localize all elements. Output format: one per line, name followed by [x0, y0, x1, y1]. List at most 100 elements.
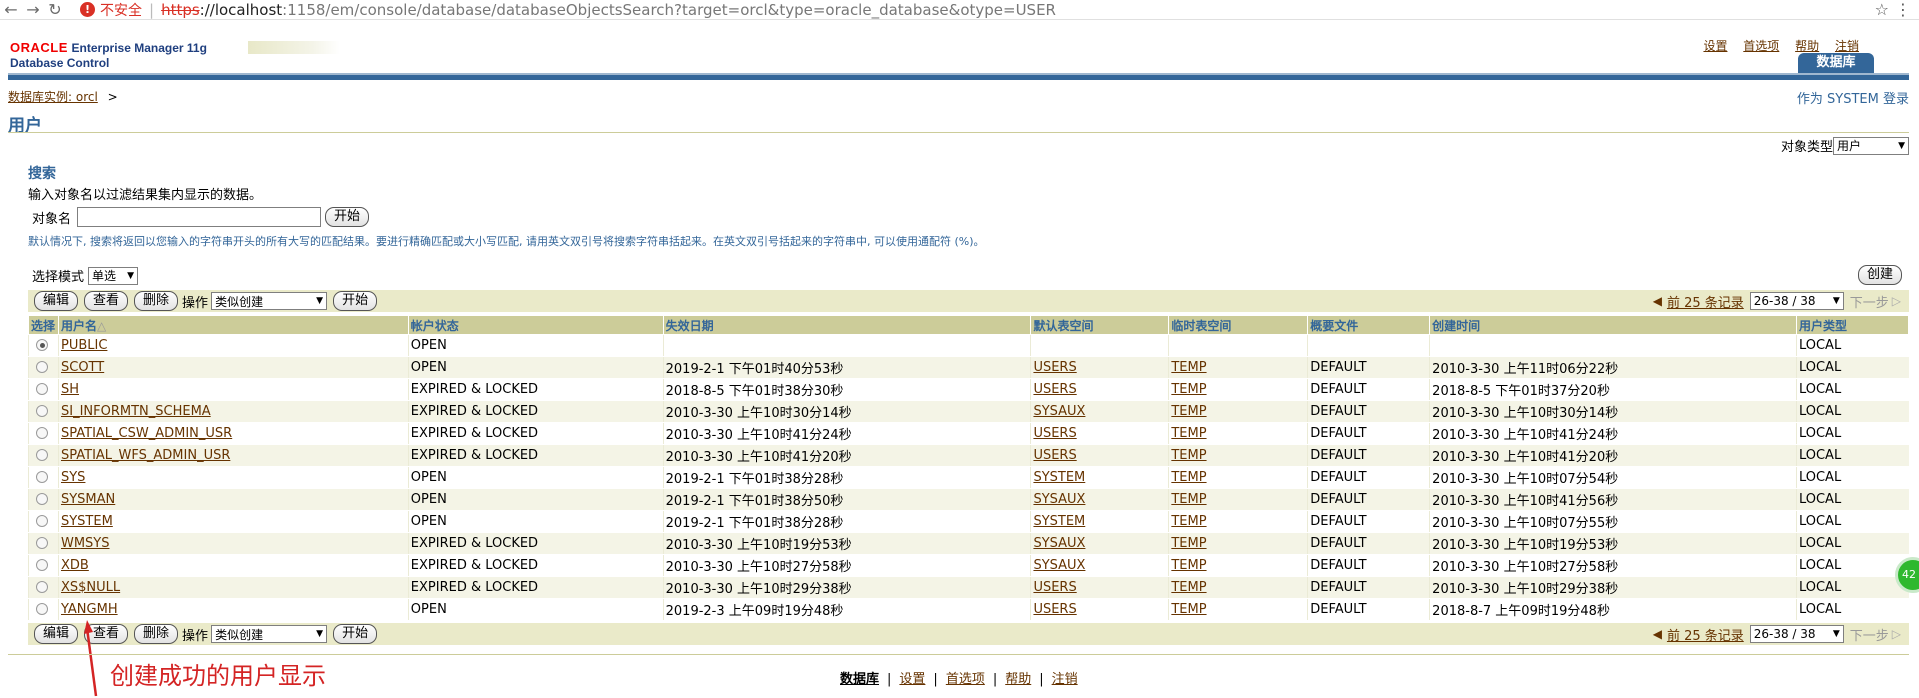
warning-icon[interactable]: ! — [80, 2, 95, 17]
global-link-help[interactable]: 帮助 — [1795, 39, 1819, 53]
profile-value: DEFAULT — [1310, 448, 1367, 463]
edit-button[interactable]: 编辑 — [34, 291, 79, 311]
url-text[interactable]: https://localhost:1158/em/console/databa… — [161, 1, 1056, 19]
object-name-input[interactable] — [77, 207, 322, 227]
temp-tablespace-value[interactable]: TEMP — [1171, 404, 1206, 419]
username-value[interactable]: SCOTT — [61, 360, 104, 375]
object-type-select[interactable]: 用户 ▼ — [1833, 136, 1909, 155]
previous-records-link[interactable]: 前 25 条记录 — [1667, 625, 1744, 644]
record-range-select[interactable]: 26-38 / 38 ▼ — [1749, 292, 1844, 310]
default-tablespace-value[interactable]: USERS — [1033, 448, 1076, 463]
tab-database[interactable]: 数据库 — [1798, 53, 1874, 73]
select-cell — [28, 422, 59, 445]
action-select[interactable]: 类似创建 ▼ — [211, 292, 328, 310]
action-select[interactable]: 类似创建 ▼ — [211, 625, 328, 643]
view-button[interactable]: 查看 — [84, 291, 129, 311]
footer-link-help[interactable]: 帮助 — [1005, 672, 1031, 687]
global-link-setup[interactable]: 设置 — [1703, 39, 1727, 53]
footer-link-database[interactable]: 数据库 — [840, 672, 879, 687]
footer-link-setup[interactable]: 设置 — [899, 672, 925, 687]
temp-tablespace-value[interactable]: TEMP — [1171, 558, 1206, 573]
row-radio-button[interactable] — [36, 492, 48, 505]
insecure-label[interactable]: 不安全 — [100, 0, 142, 20]
row-radio-button[interactable] — [36, 470, 48, 483]
row-radio-button[interactable] — [36, 338, 48, 351]
default-tablespace-value[interactable]: SYSAUX — [1033, 404, 1085, 419]
temp-tablespace-value[interactable]: TEMP — [1171, 492, 1206, 507]
default-tablespace-value[interactable]: USERS — [1033, 426, 1076, 441]
row-radio-button[interactable] — [36, 602, 48, 615]
temp-tablespace-value[interactable]: TEMP — [1171, 360, 1206, 375]
expiry-date-cell: 2010-3-30 上午10时41分20秒 — [662, 444, 1031, 467]
breadcrumb-database-instance[interactable]: 数据库实例: orcl — [8, 90, 98, 104]
temp-tablespace-value[interactable]: TEMP — [1171, 580, 1206, 595]
username-value[interactable]: SYSMAN — [61, 492, 115, 507]
username-value[interactable]: PUBLIC — [61, 338, 107, 353]
delete-button[interactable]: 删除 — [134, 624, 179, 644]
previous-arrow-icon[interactable]: ◀ — [1653, 294, 1662, 308]
reload-icon[interactable]: ↻ — [44, 0, 66, 19]
username-value[interactable]: WMSYS — [61, 536, 110, 551]
user-type-value: LOCAL — [1798, 536, 1842, 551]
username-value[interactable]: SYSTEM — [61, 514, 113, 529]
profile-cell: DEFAULT — [1307, 422, 1430, 445]
temp-tablespace-value[interactable]: TEMP — [1171, 448, 1206, 463]
username-value[interactable]: SH — [61, 382, 79, 397]
username-value[interactable]: SPATIAL_WFS_ADMIN_USR — [61, 448, 230, 463]
row-radio-button[interactable] — [36, 536, 48, 549]
row-radio-button[interactable] — [36, 580, 48, 593]
default-tablespace-value[interactable]: SYSAUX — [1033, 558, 1085, 573]
default-tablespace-cell: USERS — [1030, 576, 1169, 599]
bookmark-star-icon[interactable]: ☆ — [1875, 0, 1889, 19]
temp-tablespace-value[interactable]: TEMP — [1171, 470, 1206, 485]
footer-link-logout[interactable]: 注销 — [1052, 672, 1078, 687]
previous-records-link[interactable]: 前 25 条记录 — [1667, 292, 1744, 311]
delete-button[interactable]: 删除 — [134, 291, 179, 311]
temp-tablespace-value[interactable]: TEMP — [1171, 382, 1206, 397]
default-tablespace-value[interactable]: USERS — [1033, 602, 1076, 617]
previous-arrow-icon[interactable]: ◀ — [1653, 627, 1662, 641]
default-tablespace-value[interactable]: SYSTEM — [1033, 514, 1085, 529]
temp-tablespace-value[interactable]: TEMP — [1171, 514, 1206, 529]
default-tablespace-value[interactable]: USERS — [1033, 382, 1076, 397]
row-radio-button[interactable] — [36, 514, 48, 527]
search-go-button[interactable]: 开始 — [325, 207, 370, 227]
record-range-select[interactable]: 26-38 / 38 ▼ — [1749, 625, 1844, 643]
username-value[interactable]: SYS — [61, 470, 85, 485]
row-radio-button[interactable] — [36, 558, 48, 571]
account-status-cell: EXPIRED & LOCKED — [407, 400, 664, 423]
row-radio-button[interactable] — [36, 382, 48, 395]
global-link-logout[interactable]: 注销 — [1835, 39, 1859, 53]
temp-tablespace-value[interactable]: TEMP — [1171, 536, 1206, 551]
temp-tablespace-value[interactable]: TEMP — [1171, 426, 1206, 441]
username-value[interactable]: XS$NULL — [61, 580, 120, 595]
action-go-button[interactable]: 开始 — [333, 291, 378, 311]
username-value[interactable]: YANGMH — [61, 602, 118, 617]
footer-link-preferences[interactable]: 首选项 — [946, 672, 985, 687]
row-radio-button[interactable] — [36, 360, 48, 373]
column-header-username[interactable]: 用户名△ — [57, 315, 409, 335]
back-icon[interactable]: ← — [0, 0, 22, 19]
username-value[interactable]: SPATIAL_CSW_ADMIN_USR — [61, 426, 232, 441]
row-radio-button[interactable] — [36, 448, 48, 461]
row-radio-button[interactable] — [36, 426, 48, 439]
default-tablespace-value[interactable]: USERS — [1033, 580, 1076, 595]
browser-menu-icon[interactable]: ⋮ — [1895, 0, 1911, 19]
default-tablespace-value[interactable]: SYSAUX — [1033, 536, 1085, 551]
selection-mode-label: 选择模式 — [32, 270, 85, 285]
edit-button[interactable]: 编辑 — [34, 624, 79, 644]
default-tablespace-value[interactable]: USERS — [1033, 360, 1076, 375]
temp-tablespace-value[interactable]: TEMP — [1171, 602, 1206, 617]
global-link-preferences[interactable]: 首选项 — [1743, 39, 1779, 53]
selection-mode-select[interactable]: 单选 ▼ — [88, 266, 139, 285]
account-status-cell: OPEN — [407, 510, 664, 533]
create-button[interactable]: 创建 — [1857, 265, 1902, 285]
row-radio-button[interactable] — [36, 404, 48, 417]
default-tablespace-value[interactable]: SYSAUX — [1033, 492, 1085, 507]
action-go-button[interactable]: 开始 — [333, 624, 378, 644]
default-tablespace-value[interactable]: SYSTEM — [1033, 470, 1085, 485]
created-cell — [1429, 334, 1797, 357]
forward-icon[interactable]: → — [22, 0, 44, 19]
username-value[interactable]: SI_INFORMTN_SCHEMA — [61, 404, 211, 419]
username-value[interactable]: XDB — [61, 558, 89, 573]
